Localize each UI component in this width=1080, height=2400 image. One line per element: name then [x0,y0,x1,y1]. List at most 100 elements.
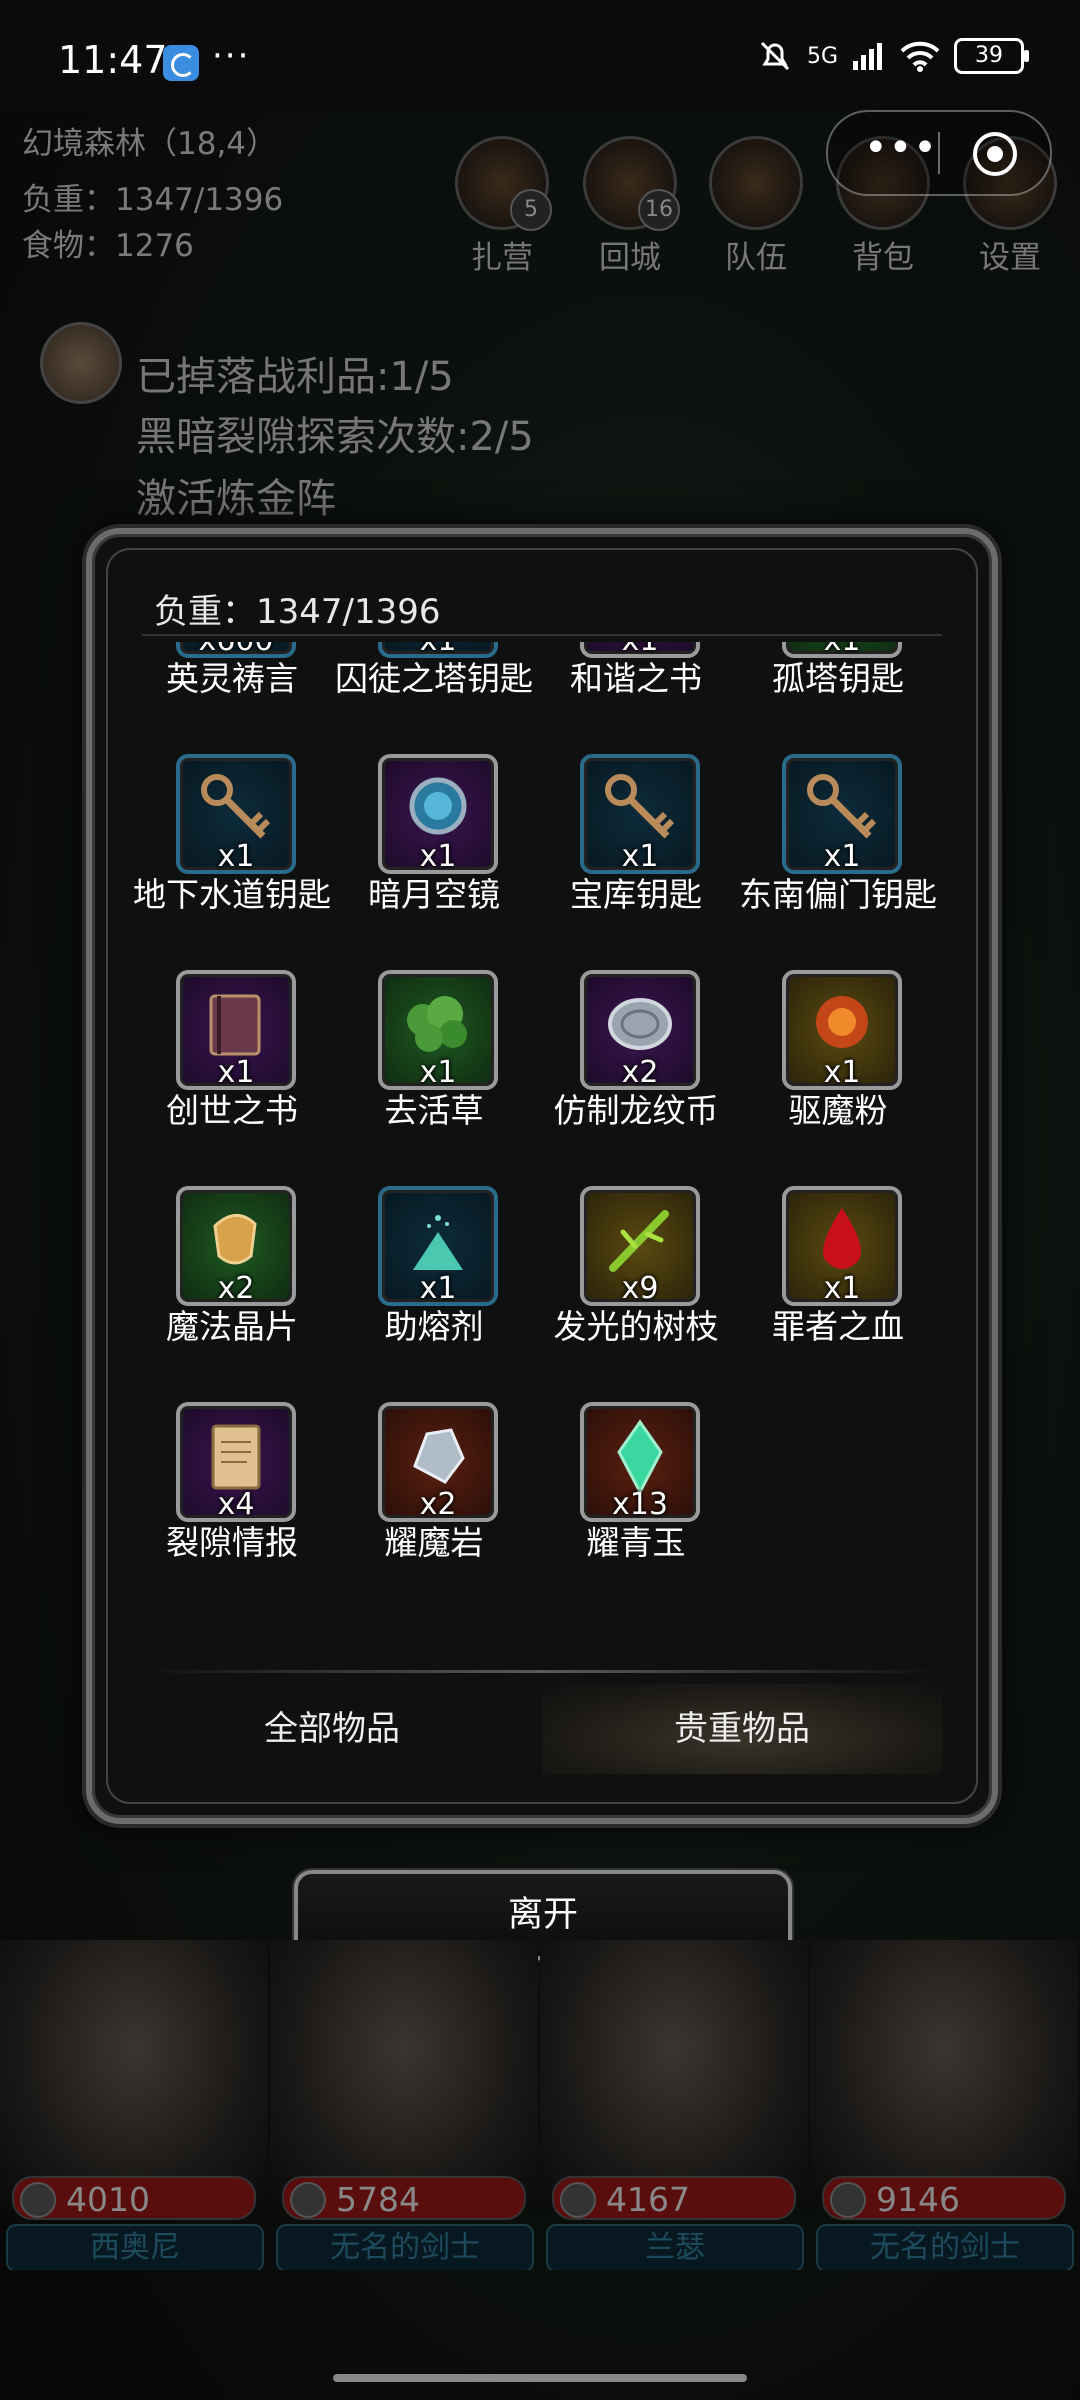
item-name: 耀魔岩 [384,1523,484,1562]
inventory-item[interactable]: x2 耀魔岩 [334,1402,534,1602]
inventory-item[interactable]: x1 驱魔粉 [738,970,938,1170]
hero-name: 西奥尼 [6,2224,264,2270]
return-town-button[interactable]: 16 回城 [580,136,680,276]
dialog-weight-label: 负重：1347/1396 [154,592,441,632]
hero-name: 无名的剑士 [276,2224,534,2270]
inventory-item[interactable]: x9 发光的树枝 [536,1186,736,1386]
dialog-divider [142,634,942,636]
item-quantity: x1 [419,1055,457,1090]
quest-scroll-icon[interactable] [40,322,122,404]
app-notification-icon [163,45,199,81]
item-name: 东南偏门钥匙 [739,875,937,914]
backpack-label: 背包 [852,240,914,276]
item-icon-frame: x1 [378,754,498,874]
item-quantity: x1 [419,839,457,874]
item-name: 和谐之书 [570,659,702,698]
hero-hp-value: 4010 [66,2180,150,2219]
status-time: 11:47 [58,38,168,82]
close-miniprogram-icon[interactable] [973,132,1017,176]
inventory-item[interactable]: x1囚徒之塔钥匙 [334,642,534,738]
hero-card[interactable]: 5784 无名的剑士 [270,1940,538,2270]
item-icon-frame: x1 [782,1186,902,1306]
item-name: 英灵祷言 [166,659,298,698]
team-button[interactable]: 队伍 [706,136,806,276]
home-indicator[interactable] [333,2374,747,2382]
hero-hp-value: 5784 [336,2180,420,2219]
hero-card[interactable]: 9146 无名的剑士 [810,1940,1078,2270]
item-quantity: x1 [217,1055,255,1090]
inventory-item[interactable]: x1 创世之书 [132,970,332,1170]
item-name: 孤塔钥匙 [772,659,904,698]
item-quantity: x9 [621,1271,659,1306]
shield-icon [709,136,803,230]
signal-icon [853,43,882,70]
item-name: 创世之书 [166,1091,298,1130]
inventory-item[interactable]: x1 宝库钥匙 [536,754,736,954]
mute-bell-icon [760,41,790,71]
inventory-item[interactable]: x4 裂隙情报 [132,1402,332,1602]
hero-portrait [270,1940,538,2210]
inventory-dialog: 负重：1347/1396 x600英灵祷言x1囚徒之塔钥匙x1和谐之书x1孤塔钥… [86,528,998,1824]
item-quantity: x13 [612,1487,668,1522]
more-notifications-icon: ··· [212,36,251,76]
item-icon-frame: x2 [176,1186,296,1306]
inventory-item[interactable]: x1 暗月空镜 [334,754,534,954]
hero-card[interactable]: 4010 西奥尼 [0,1940,268,2270]
return-town-badge: 16 [638,189,680,231]
inventory-item[interactable]: x600英灵祷言 [132,642,332,738]
quest-line-alchemy: 激活炼金阵 [136,476,336,522]
item-name: 囚徒之塔钥匙 [335,659,533,698]
item-icon-frame: x2 [580,970,700,1090]
hero-hp-bar: 4010 [12,2176,256,2220]
camp-label: 扎营 [471,240,533,276]
item-quantity: x1 [217,839,255,874]
inventory-item[interactable]: x1 助熔剂 [334,1186,534,1386]
inventory-item[interactable]: x1 罪者之血 [738,1186,938,1386]
inventory-item[interactable]: x1 去活草 [334,970,534,1170]
item-name: 去活草 [384,1091,484,1130]
inventory-item[interactable]: x1 东南偏门钥匙 [738,754,938,954]
inventory-item[interactable]: x2 魔法晶片 [132,1186,332,1386]
wifi-icon [900,41,940,72]
camp-button[interactable]: 5 扎营 [452,136,552,276]
item-name: 助熔剂 [384,1307,484,1346]
item-name: 裂隙情报 [166,1523,298,1562]
item-icon-frame: x2 [378,1402,498,1522]
item-quantity: x2 [419,1487,457,1522]
item-name: 魔法晶片 [166,1307,298,1346]
inventory-item[interactable]: x2 仿制龙纹币 [536,970,736,1170]
tab-valuable-items[interactable]: 贵重物品 [542,1684,942,1774]
item-icon-frame: x4 [176,1402,296,1522]
shield-icon [560,2182,596,2218]
return-town-label: 回城 [599,240,661,276]
item-quantity: x1 [823,839,861,874]
item-name: 宝库钥匙 [570,875,702,914]
portal-icon: 16 [583,136,680,231]
item-icon-frame: x1 [378,970,498,1090]
hero-hp-bar: 9146 [822,2176,1066,2220]
network-type: 5G [806,43,838,69]
more-menu-icon[interactable]: ••• [864,128,938,168]
inventory-item[interactable]: x1 地下水道钥匙 [132,754,332,954]
hero-portrait [810,1940,1078,2210]
hero-hp-bar: 4167 [552,2176,796,2220]
item-quantity: x2 [621,1055,659,1090]
hero-name: 无名的剑士 [816,2224,1074,2270]
item-icon-frame: x9 [580,1186,700,1306]
item-grid: x600英灵祷言x1囚徒之塔钥匙x1和谐之书x1孤塔钥匙x1地下水道钥匙x1暗月… [132,642,952,1642]
hero-name: 兰瑟 [546,2224,804,2270]
item-icon-frame: x1 [378,1186,498,1306]
item-name: 耀青玉 [586,1523,686,1562]
item-quantity: x1 [823,1055,861,1090]
hero-card[interactable]: 4167 兰瑟 [540,1940,808,2270]
item-icon-frame: x1 [782,754,902,874]
shield-icon [20,2182,56,2218]
hero-portrait [0,1940,268,2210]
inventory-item[interactable]: x1孤塔钥匙 [738,642,938,738]
item-icon-frame: x13 [580,1402,700,1522]
tab-all-items[interactable]: 全部物品 [132,1684,532,1774]
item-icon-frame: x1 [176,970,296,1090]
inventory-item[interactable]: x1和谐之书 [536,642,736,738]
camp-badge: 5 [510,189,552,231]
inventory-item[interactable]: x13 耀青玉 [536,1402,736,1602]
